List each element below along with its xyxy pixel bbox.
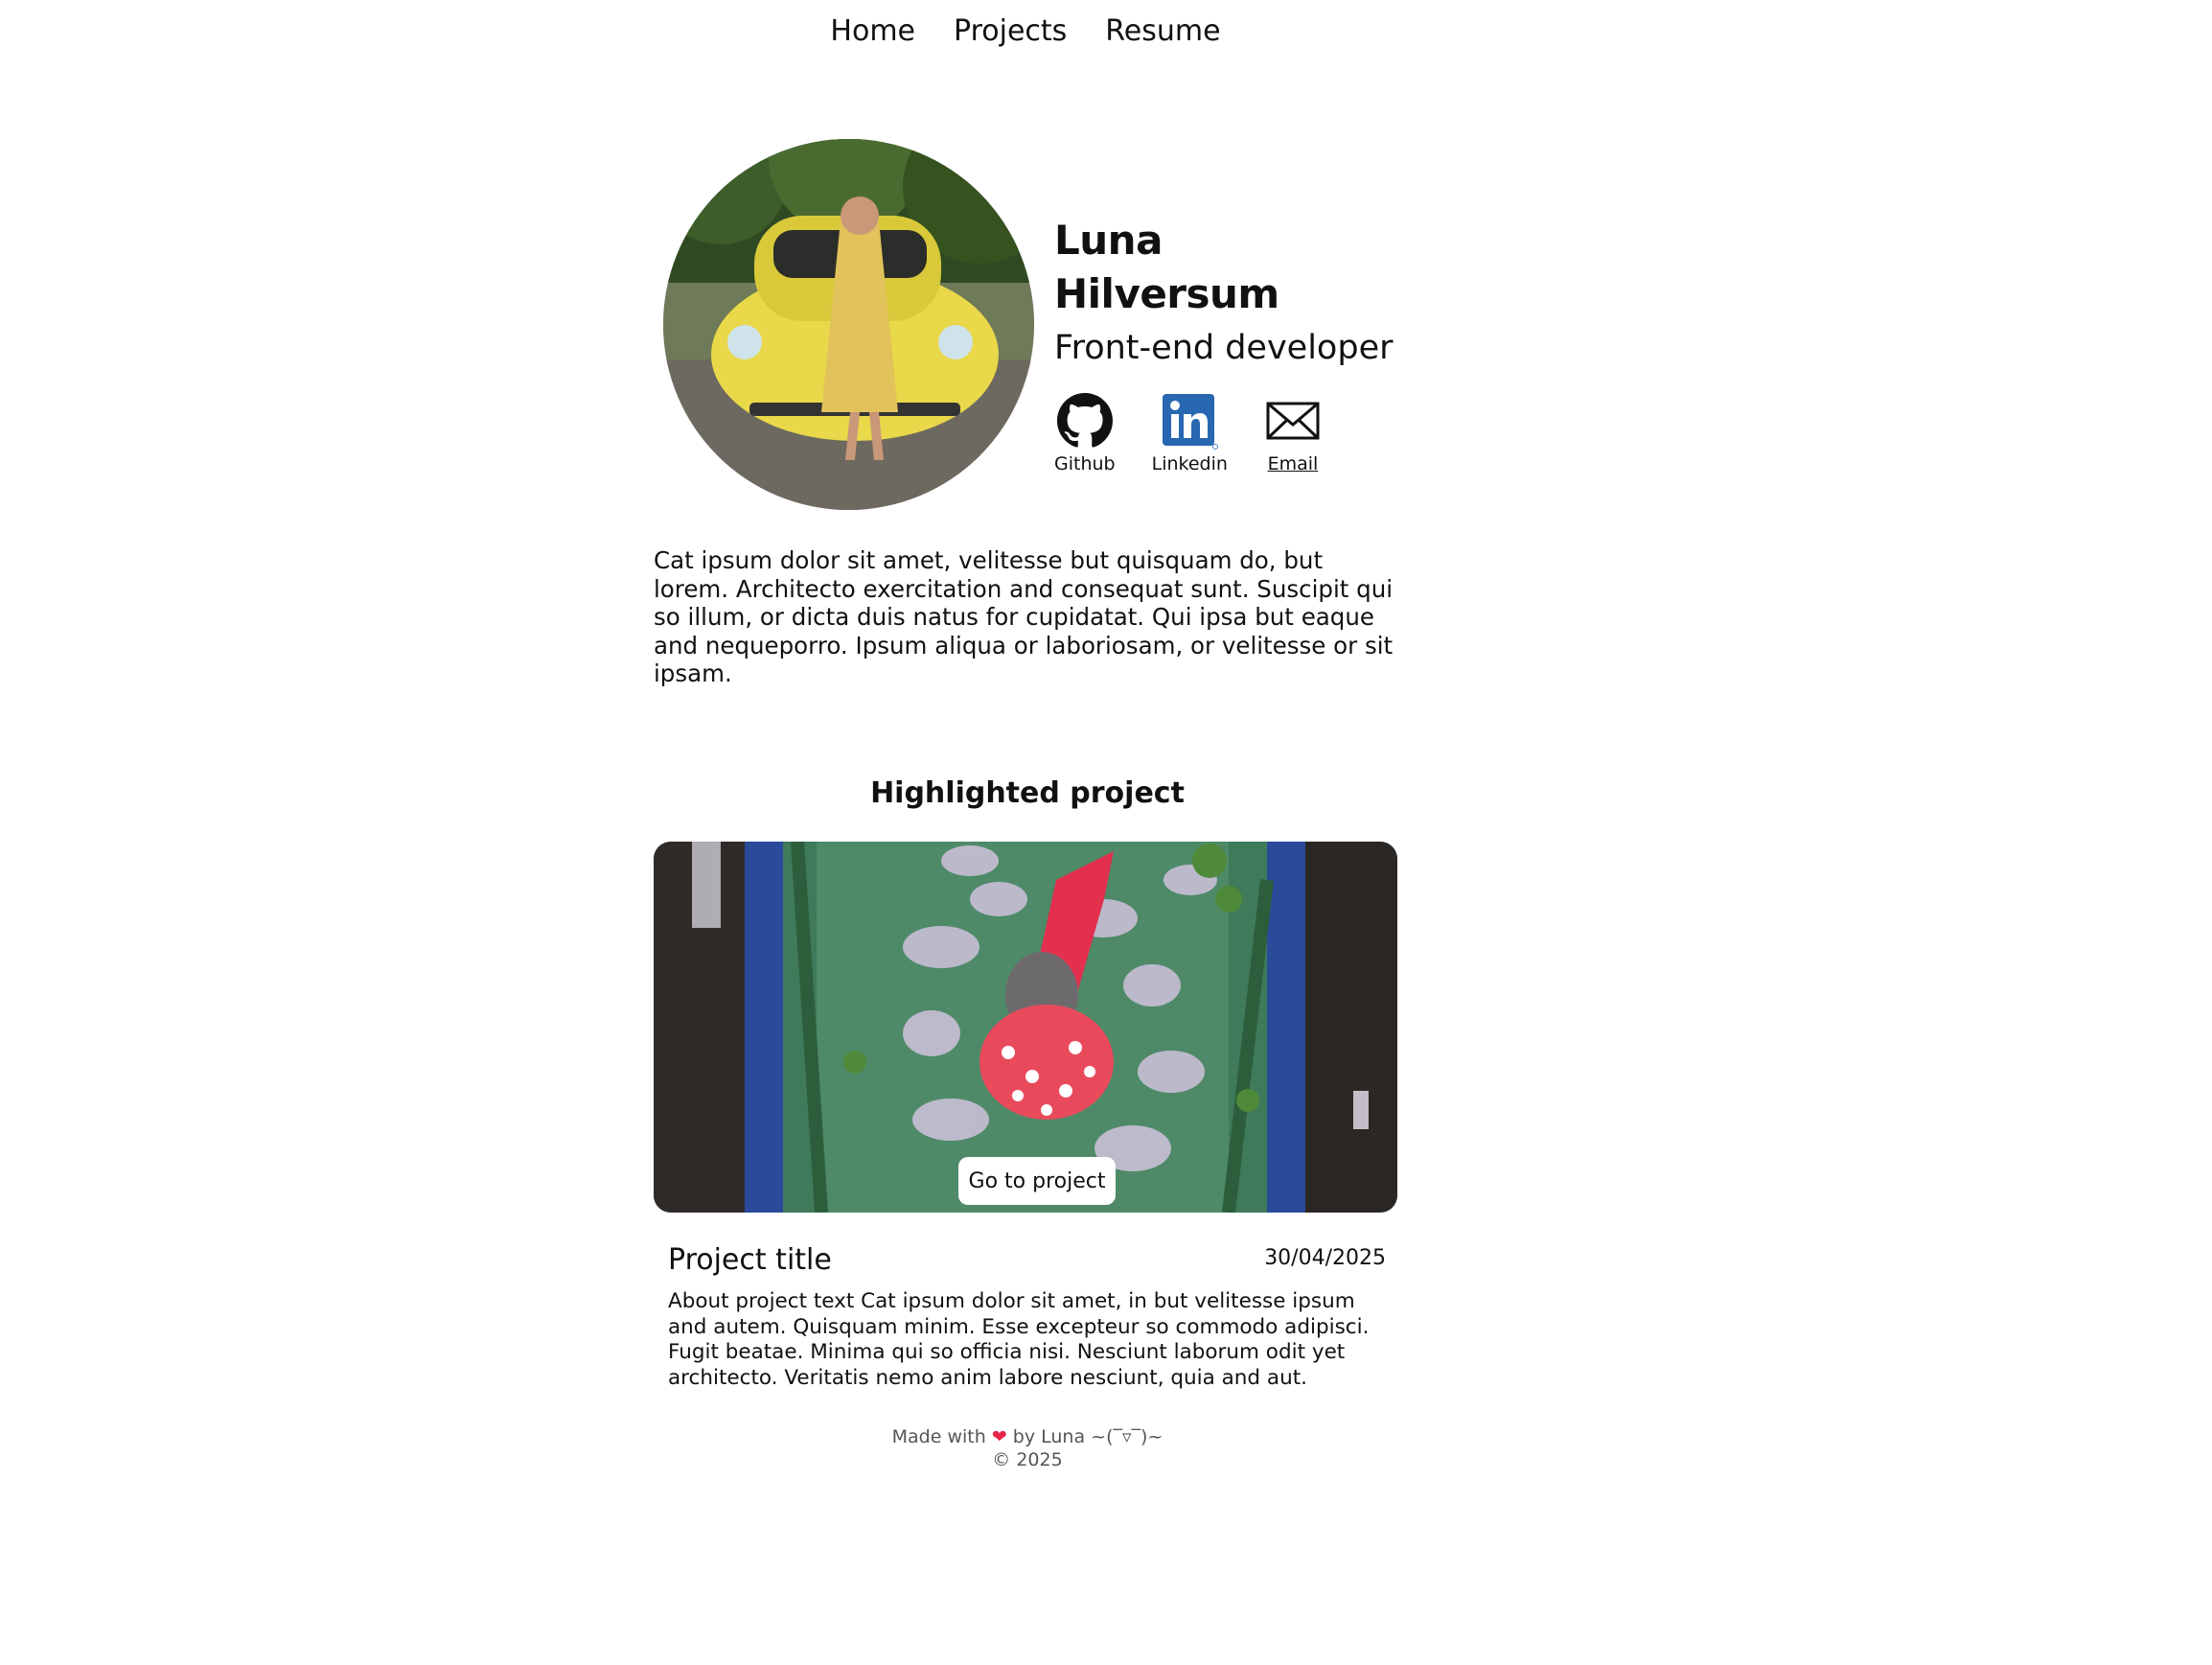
email-label: Email — [1267, 453, 1319, 474]
social-links: Github Linkedin Email — [1054, 392, 1399, 474]
nav-resume-link[interactable]: Resume — [1105, 14, 1220, 48]
project-date: 30/04/2025 — [1264, 1246, 1386, 1270]
github-link[interactable]: Github — [1054, 392, 1116, 474]
envelope-icon — [1264, 392, 1322, 450]
avatar-photo — [663, 139, 1034, 510]
linkedin-link[interactable]: Linkedin — [1152, 392, 1228, 474]
linkedin-icon — [1161, 392, 1219, 450]
profile-identity: Luna Hilversum Front-end developer Githu… — [1054, 214, 1399, 474]
footer-by: by Luna ~(‾▿‾)~ — [1012, 1426, 1164, 1447]
profile-name: Luna Hilversum — [1054, 217, 1279, 317]
footer-made-with: Made with — [891, 1426, 986, 1447]
footer-copyright: © 2025 — [992, 1449, 1063, 1470]
heart-icon: ❤ — [991, 1426, 1007, 1447]
project-title: Project title — [668, 1243, 832, 1277]
email-link[interactable]: Email — [1264, 392, 1322, 474]
footer-credit: Made with ❤ by Luna ~(‾▿‾)~ — [654, 1425, 1401, 1448]
page: Home Projects Resume Luna Hilversum Fron… — [0, 0, 2212, 1665]
github-icon — [1056, 392, 1114, 450]
profile-role: Front-end developer — [1054, 329, 1394, 367]
highlighted-project-heading: Highlighted project — [870, 776, 1185, 810]
github-label: Github — [1054, 453, 1116, 474]
top-nav: Home Projects Resume — [0, 8, 2051, 54]
go-to-project-button[interactable]: Go to project — [958, 1157, 1116, 1205]
linkedin-label: Linkedin — [1151, 453, 1228, 474]
about-text: Cat ipsum dolor sit amet, velitesse but … — [654, 546, 1394, 687]
profile-hero: Luna Hilversum Front-end developer Githu… — [654, 139, 1401, 513]
profile-avatar — [663, 139, 1034, 510]
footer: Made with ❤ by Luna ~(‾▿‾)~ © 2025 — [654, 1425, 1401, 1471]
nav-home-link[interactable]: Home — [830, 14, 915, 48]
project-description: About project text Cat ipsum dolor sit a… — [668, 1289, 1370, 1390]
nav-projects-link[interactable]: Projects — [954, 14, 1067, 48]
